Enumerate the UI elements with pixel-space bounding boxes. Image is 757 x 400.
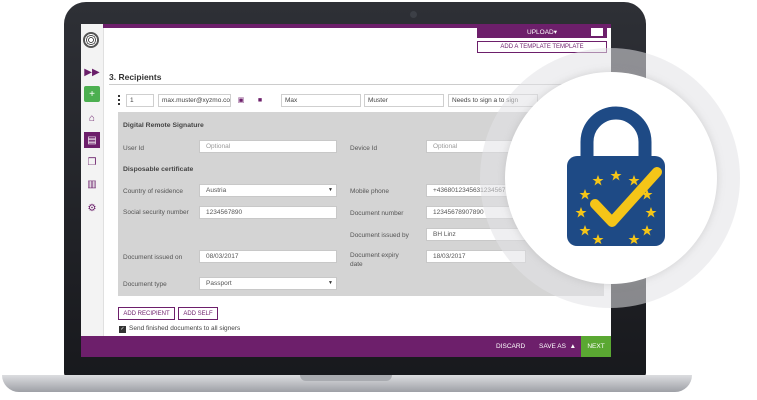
upload-label: UPLOAD	[527, 28, 554, 36]
drag-handle-icon[interactable]	[118, 95, 123, 105]
mobile-label: Mobile phone	[350, 188, 390, 195]
signing-order-input[interactable]: 1	[126, 94, 154, 107]
settings-gear-icon[interactable]: ⚙	[84, 200, 100, 216]
user-id-label: User Id	[123, 145, 144, 152]
sidebar: ▶▶ + ⌂ ▤ ❐ ▥ ⚙	[81, 24, 104, 357]
email-input[interactable]: max.muster@xyzmo.co	[158, 94, 231, 107]
caret-up-icon: ▲	[569, 343, 577, 350]
send-finished-checkbox[interactable]: ✓	[119, 326, 126, 333]
discard-button[interactable]: DISCARD	[496, 336, 525, 357]
footer-bar	[81, 336, 611, 357]
last-name-input[interactable]: Muster	[364, 94, 444, 107]
issued-on-label: Document issued on	[123, 254, 183, 261]
next-button[interactable]: NEXT	[581, 336, 611, 357]
send-finished-label: Send finished documents to all signers	[129, 325, 241, 332]
country-value: Austria	[206, 187, 227, 194]
add-self-button[interactable]: ADD SELF	[178, 307, 218, 320]
contact-card-icon[interactable]: ■	[255, 95, 265, 105]
issued-on-input[interactable]: 08/03/2017	[199, 250, 337, 263]
upload-button[interactable]: UPLOAD ▾	[477, 26, 607, 38]
camera-dot	[410, 11, 417, 18]
document-type-select[interactable]: Passport ▼	[199, 277, 337, 290]
expiry-label: Document expiry date	[350, 252, 399, 268]
save-as-button[interactable]: SAVE AS ▲	[539, 336, 576, 357]
user-id-input[interactable]: Optional	[199, 140, 337, 153]
chevron-down-icon: ▼	[328, 280, 333, 286]
documents-icon[interactable]: ▤	[84, 132, 100, 148]
section-title: 3. Recipients	[109, 72, 162, 82]
save-as-label: SAVE AS	[539, 343, 566, 350]
address-book-icon[interactable]: ▣	[236, 95, 246, 105]
ssn-label: Social security number	[123, 209, 189, 216]
issued-by-label: Document issued by	[350, 232, 409, 239]
device-id-label: Device Id	[350, 145, 378, 152]
new-document-icon[interactable]: +	[84, 86, 100, 102]
country-select[interactable]: Austria ▼	[199, 184, 337, 197]
home-icon[interactable]: ⌂	[84, 110, 100, 126]
laptop-notch	[300, 375, 392, 381]
certificate-heading: Disposable certificate	[123, 166, 194, 173]
first-name-input[interactable]: Max	[281, 94, 361, 107]
templates-icon[interactable]: ❐	[84, 154, 100, 170]
eu-padlock-icon	[567, 106, 665, 246]
expand-icon[interactable]: ▶▶	[84, 64, 100, 80]
archive-icon[interactable]: ▥	[84, 176, 100, 192]
chevron-down-icon: ▼	[328, 187, 333, 193]
ssn-input[interactable]: 1234567890	[199, 206, 337, 219]
document-type-value: Passport	[206, 280, 232, 287]
document-number-label: Document number	[350, 210, 404, 217]
app-logo-icon[interactable]	[83, 32, 99, 48]
upload-toggle[interactable]	[591, 28, 603, 36]
upload-caret-icon: ▾	[553, 29, 557, 36]
country-label: Country of residence	[123, 188, 183, 195]
document-type-label: Document type	[123, 281, 167, 288]
signature-heading: Digital Remote Signature	[123, 122, 204, 129]
add-recipient-button[interactable]: ADD RECIPIENT	[118, 307, 175, 320]
